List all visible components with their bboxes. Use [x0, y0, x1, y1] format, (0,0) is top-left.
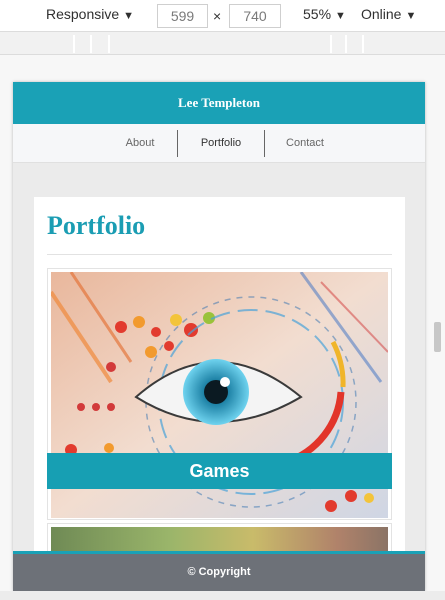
- network-throttle-select[interactable]: Online ▼: [361, 6, 416, 22]
- chevron-down-icon: ▼: [123, 10, 135, 22]
- site-footer: © Copyright: [13, 551, 425, 591]
- bottom-edge: [0, 591, 445, 600]
- section-title: Portfolio: [47, 211, 146, 240]
- media-query-marker[interactable]: [108, 35, 110, 53]
- viewport-width-input[interactable]: 599: [157, 4, 208, 28]
- media-query-marker[interactable]: [345, 35, 347, 53]
- viewport-height-input[interactable]: 740: [229, 4, 281, 28]
- chevron-down-icon: ▼: [405, 10, 417, 22]
- portfolio-tile-games[interactable]: Games: [47, 268, 392, 520]
- nav-item-about[interactable]: About: [115, 124, 165, 163]
- emulated-page: Lee Templeton About Portfolio Contact Po…: [13, 82, 425, 591]
- device-select-label: Responsive: [46, 6, 120, 22]
- scrollbar-thumb[interactable]: [434, 322, 441, 352]
- nav-divider: [264, 130, 265, 157]
- dimension-separator: ×: [213, 8, 222, 24]
- media-query-marker[interactable]: [362, 35, 364, 53]
- portfolio-section: Portfolio Games: [34, 197, 405, 591]
- devtools-toolbar: Responsive ▼ 599 × 740 55% ▼ Online ▼: [0, 0, 445, 31]
- network-throttle-label: Online: [361, 6, 402, 22]
- nav-item-contact[interactable]: Contact: [279, 124, 331, 163]
- zoom-select[interactable]: 55% ▼: [303, 6, 346, 22]
- zoom-select-label: 55%: [303, 6, 332, 22]
- site-header: Lee Templeton: [13, 82, 425, 124]
- chevron-down-icon: ▼: [335, 10, 346, 22]
- copyright-text: © Copyright: [187, 566, 251, 578]
- section-divider: [47, 254, 392, 255]
- media-query-marker[interactable]: [90, 35, 92, 53]
- site-title[interactable]: Lee Templeton: [178, 95, 260, 110]
- media-query-marker[interactable]: [330, 35, 332, 53]
- media-query-bar[interactable]: [0, 31, 445, 55]
- nav-divider: [177, 130, 178, 157]
- nav-item-portfolio[interactable]: Portfolio: [190, 124, 252, 163]
- media-query-marker[interactable]: [73, 35, 75, 53]
- tile-label-games[interactable]: Games: [47, 453, 392, 489]
- site-nav: About Portfolio Contact: [13, 124, 425, 163]
- device-select[interactable]: Responsive ▼: [46, 6, 134, 22]
